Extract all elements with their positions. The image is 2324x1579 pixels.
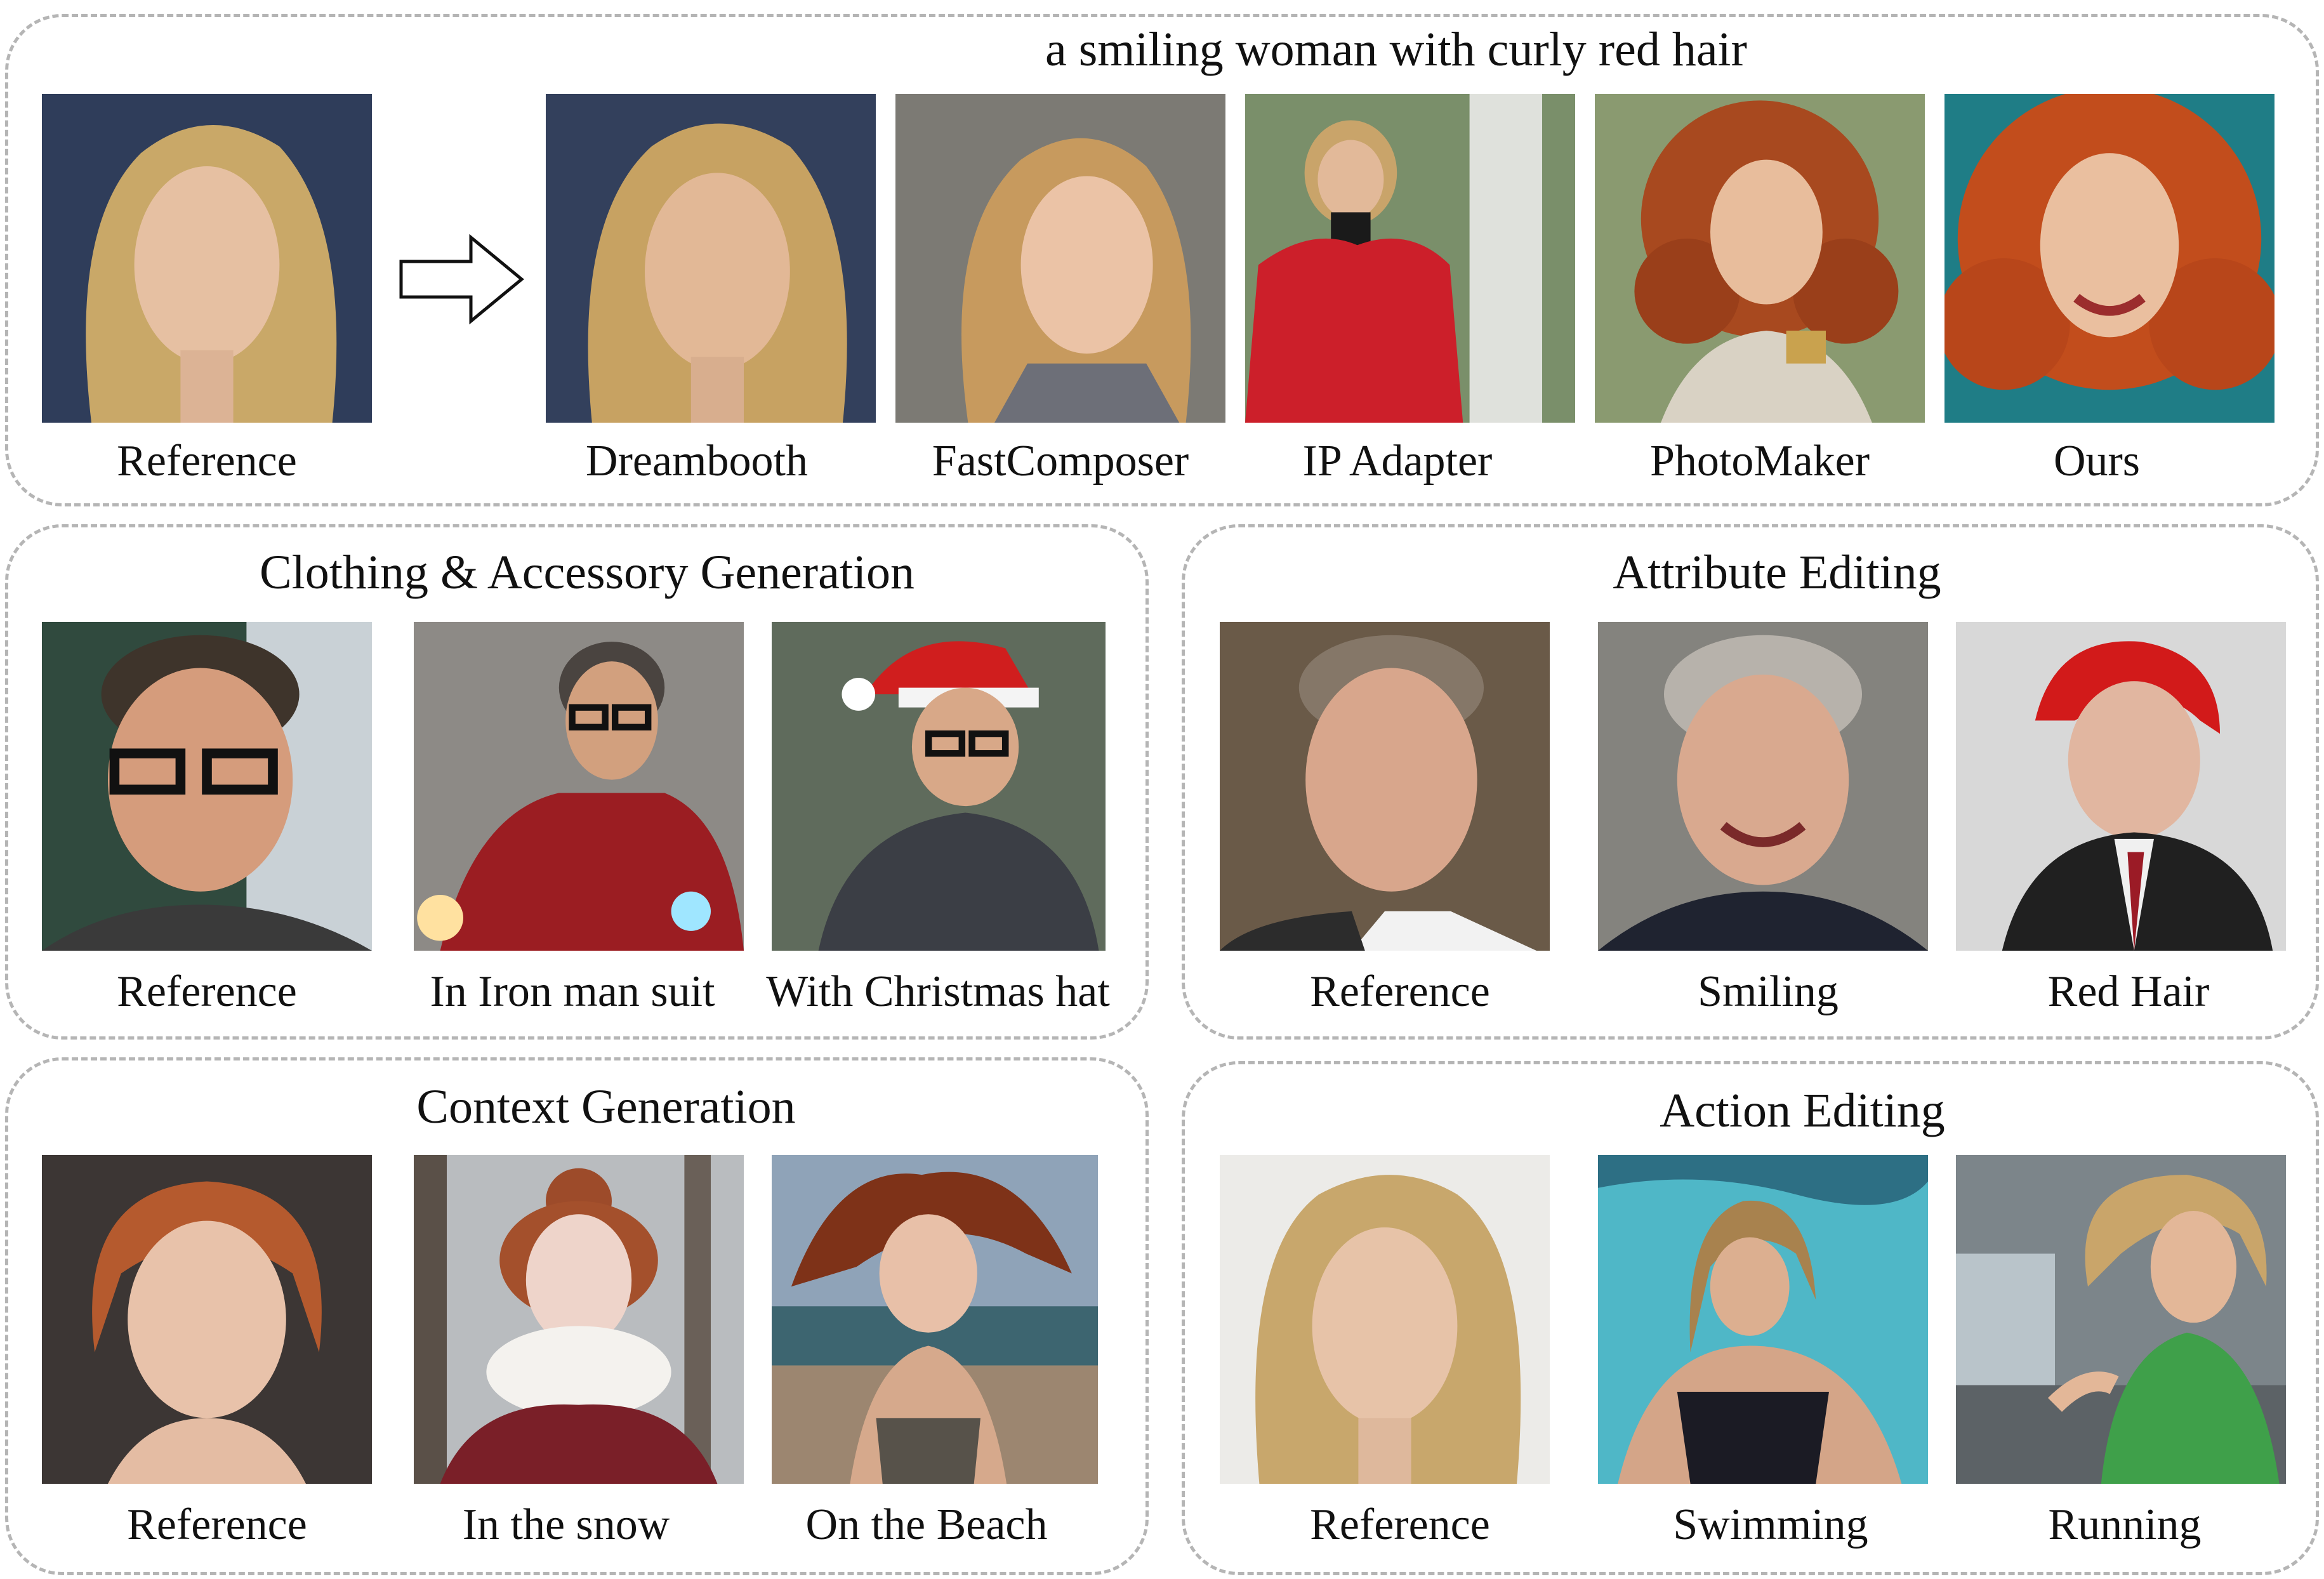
caption-on-the-beach: On the Beach [805, 1500, 1048, 1549]
caption-ip-adapter: IP Adapter [1302, 437, 1493, 486]
photomaker-result-photo [1595, 94, 1925, 423]
iron-man-suit-result-photo [414, 622, 744, 951]
caption-christmas-hat: With Christmas hat [766, 967, 1110, 1016]
caption-red-hair: Red Hair [2047, 967, 2210, 1016]
reference-photo-red-haired-woman [42, 1155, 372, 1484]
attribute-panel-title: Attribute Editing [1613, 546, 1941, 599]
caption-swimming: Swimming [1673, 1500, 1868, 1549]
caption-running: Running [2048, 1500, 2202, 1549]
caption-smiling: Smiling [1698, 967, 1839, 1016]
reference-photo-older-man [1220, 622, 1550, 951]
ours-result-photo [1944, 94, 2274, 423]
context-panel-title: Context Generation [416, 1080, 796, 1133]
caption-ours: Ours [2053, 437, 2141, 486]
action-panel-title: Action Editing [1660, 1084, 1945, 1137]
christmas-hat-result-photo [772, 622, 1106, 951]
caption-iron-man-suit: In Iron man suit [430, 967, 715, 1016]
clothing-panel-title: Clothing & Accessory Generation [259, 546, 915, 599]
smiling-result-photo [1598, 622, 1928, 951]
dreambooth-result-photo [546, 94, 876, 423]
caption-clothing-reference: Reference [117, 967, 297, 1016]
caption-in-the-snow: In the snow [462, 1500, 670, 1549]
red-hair-result-photo [1956, 622, 2286, 951]
reference-photo-blonde-woman-2 [1220, 1155, 1550, 1484]
caption-action-reference: Reference [1310, 1500, 1490, 1549]
caption-photomaker: PhotoMaker [1649, 437, 1870, 486]
caption-fastcomposer: FastComposer [932, 437, 1189, 486]
caption-attribute-reference: Reference [1310, 967, 1490, 1016]
swimming-action-result-photo [1598, 1155, 1928, 1484]
snow-context-result-photo [414, 1155, 744, 1484]
ip-adapter-result-photo [1245, 94, 1575, 423]
beach-context-result-photo [772, 1155, 1098, 1484]
running-action-result-photo [1956, 1155, 2286, 1484]
reference-photo-blonde-woman [42, 94, 372, 423]
fastcomposer-result-photo [895, 94, 1225, 423]
caption-context-reference: Reference [127, 1500, 307, 1549]
reference-photo-man-glasses [42, 622, 372, 951]
prompt-text: a smiling woman with curly red hair [1045, 23, 1747, 76]
arrow-right-icon [399, 234, 525, 325]
caption-dreambooth: Dreambooth [586, 437, 808, 486]
caption-reference: Reference [117, 437, 297, 486]
